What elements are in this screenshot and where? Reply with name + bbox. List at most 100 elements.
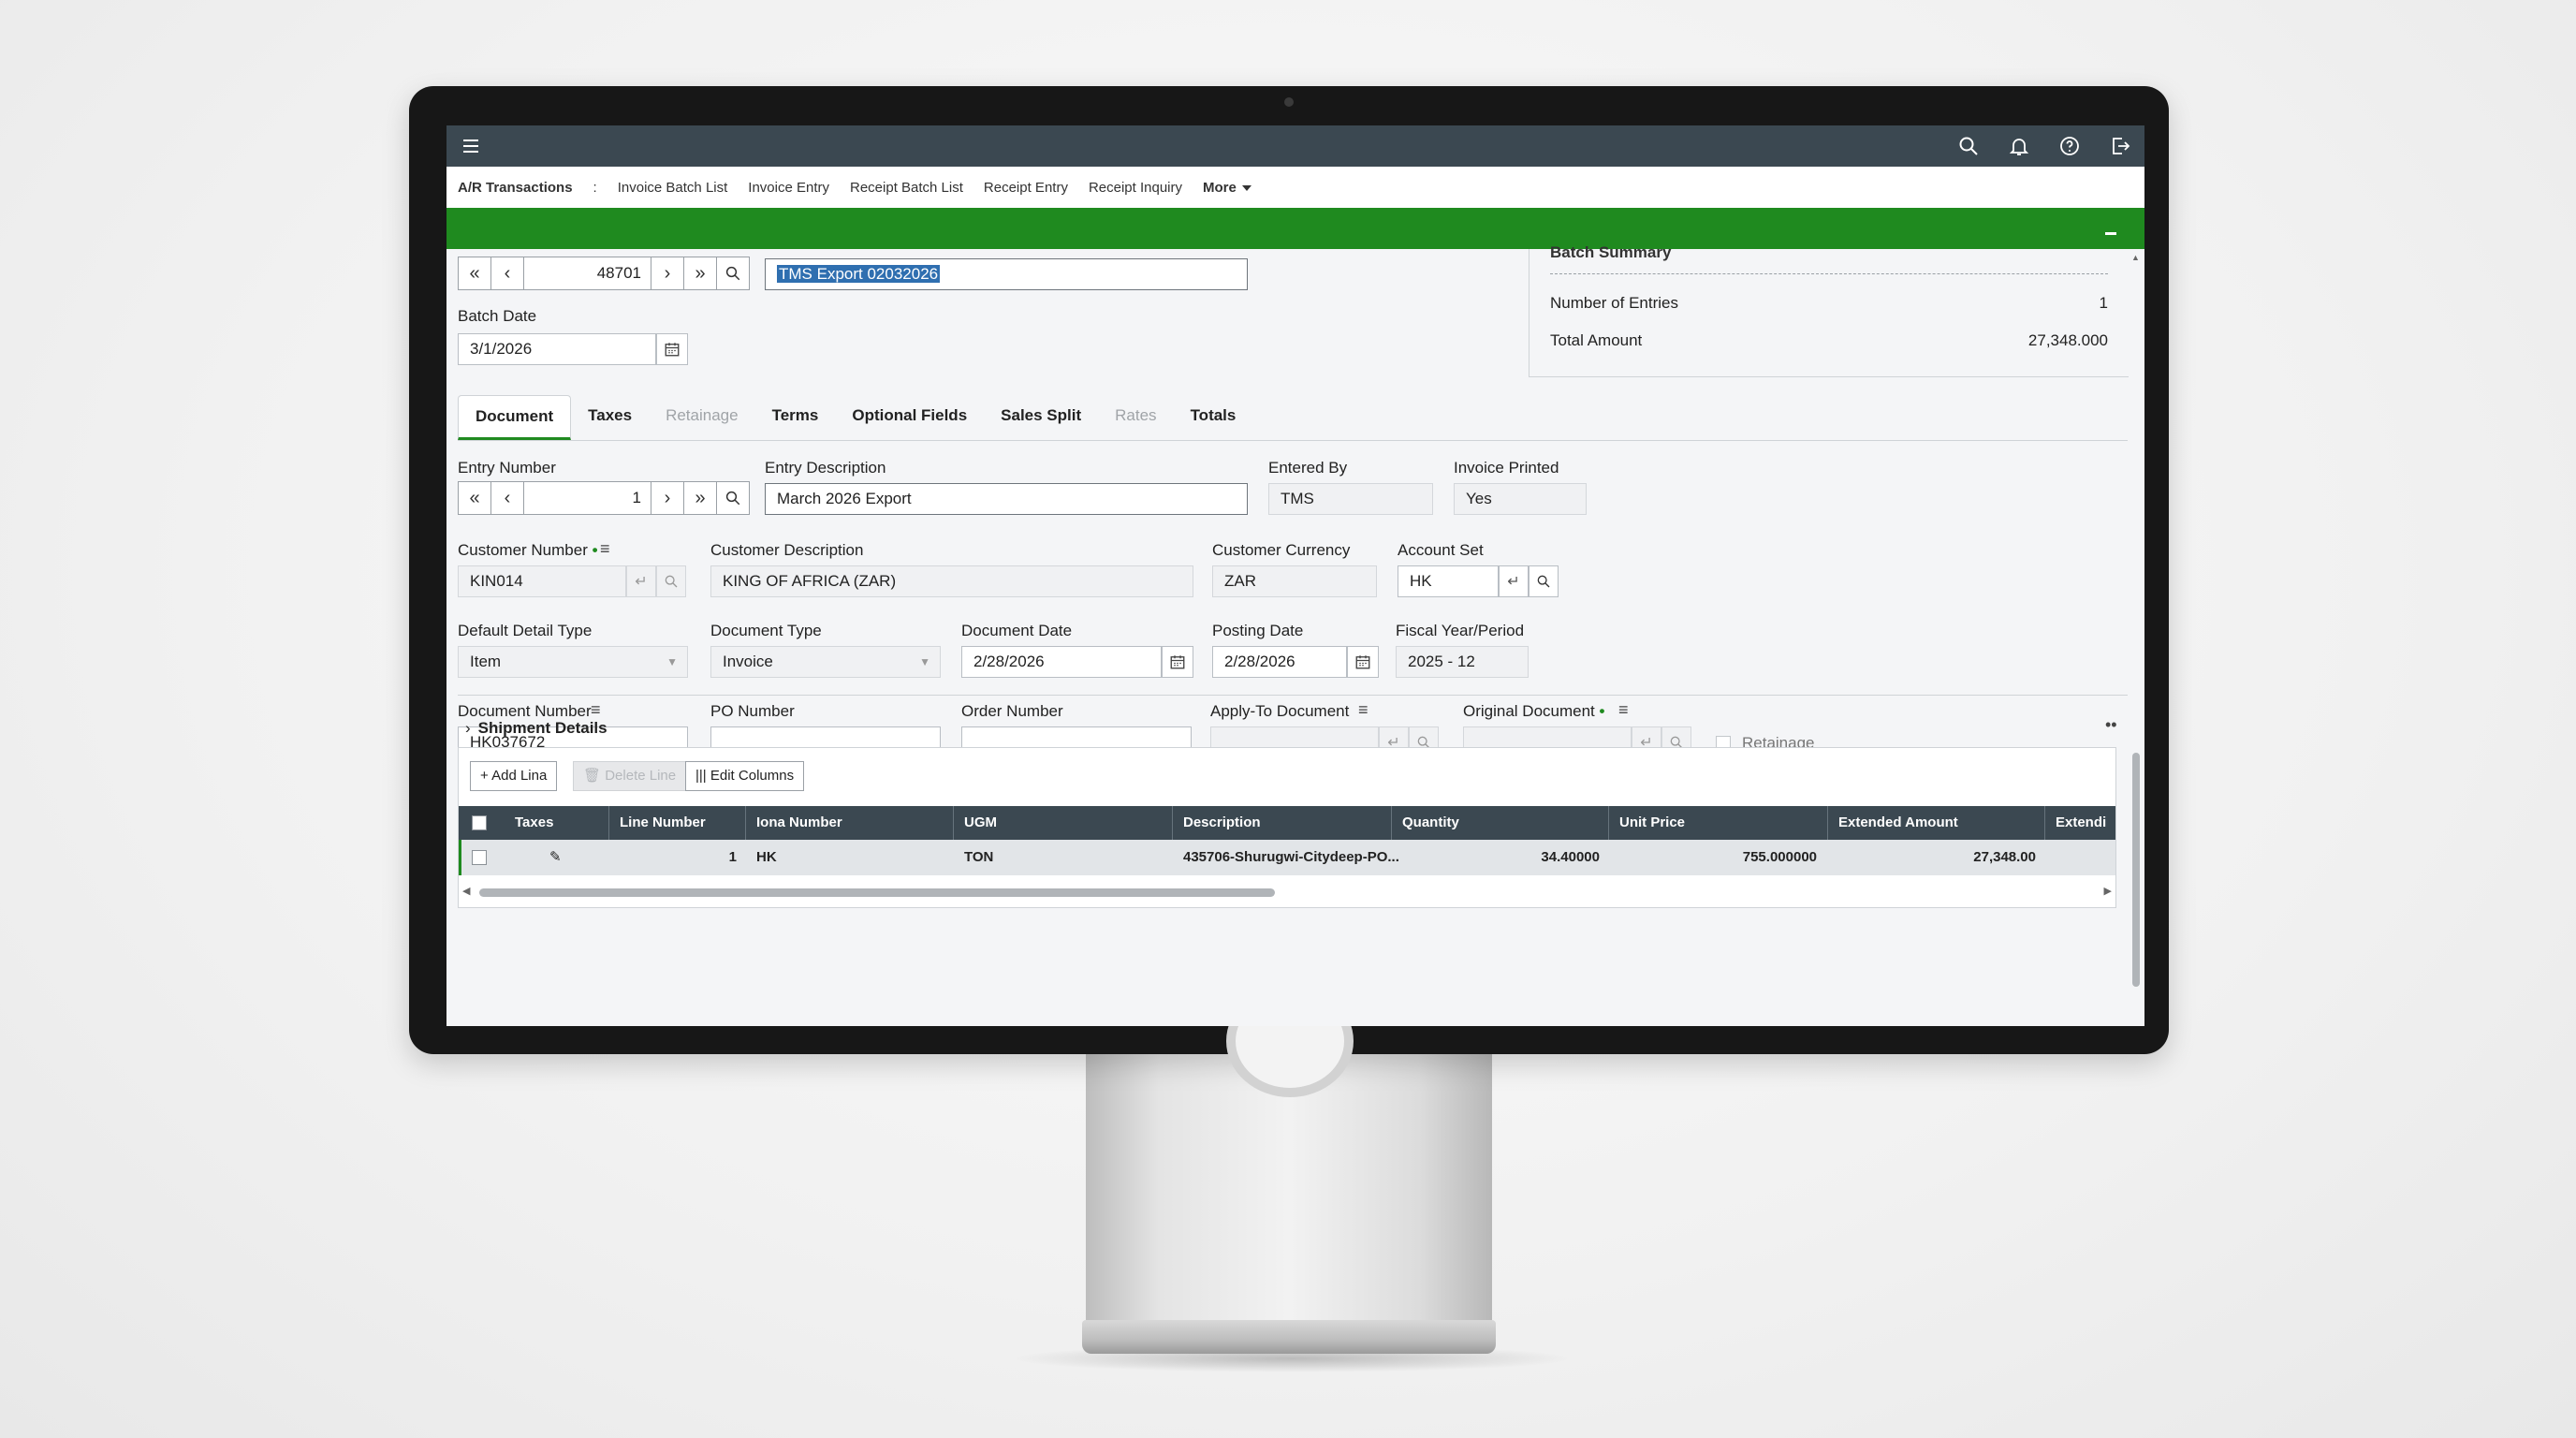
next-record-icon[interactable]: › [651,257,684,289]
monitor-bezel: A/R Transactions : Invoice Batch List In… [409,86,2169,1097]
batch-number-field[interactable]: 48701 [524,257,651,289]
column-header-taxes[interactable]: Taxes [515,806,553,840]
batch-summary-panel: Batch Summary Number of Entries 1 Total … [1529,243,2129,377]
enter-icon[interactable]: ↵ [626,565,656,597]
last-record-icon[interactable]: » [684,257,717,289]
nav-more-menu[interactable]: More [1203,180,1251,196]
document-date-field[interactable]: 2/28/2026 [961,646,1162,678]
enter-icon[interactable]: ↵ [1499,565,1529,597]
search-icon[interactable] [1529,565,1559,597]
default-detail-type-select[interactable]: Item ▼ [458,646,688,678]
entered-by-field: TMS [1268,483,1433,515]
plus-icon: + [480,768,489,784]
finder-menu-icon[interactable]: ≡ [591,700,601,720]
summary-divider [1550,273,2108,274]
nav-separator: : [593,179,597,196]
entry-description-field[interactable]: March 2026 Export [765,483,1248,515]
chevron-down-icon [1241,184,1251,191]
column-header-extended-amount[interactable]: Extended Amount [1838,806,1958,840]
nav-receipt-inquiry[interactable]: Receipt Inquiry [1089,180,1182,196]
calendar-icon[interactable] [1347,646,1379,678]
cell-line-number: 1 [728,849,737,865]
cell-description: 435706-Shurugwi-Citydeep-PO... [1183,849,1399,865]
po-number-label: PO Number [710,702,795,720]
batch-date-label: Batch Date [458,307,537,325]
tab-taxes[interactable]: Taxes [571,395,649,440]
menu-icon[interactable] [460,135,482,157]
select-all-checkbox[interactable] [472,815,487,830]
cell-quantity: 34.40000 [1541,849,1600,865]
row-checkbox[interactable] [472,850,487,865]
document-type-select[interactable]: Invoice ▼ [710,646,941,678]
more-options-icon[interactable]: •• [2105,715,2117,735]
column-header-quantity[interactable]: Quantity [1402,806,1459,840]
invoice-entry-form: « ‹ 48701 › » TMS Export 02032026 Batch … [446,243,2144,1026]
tab-document[interactable]: Document [458,395,572,440]
nav-more-label: More [1203,179,1237,196]
column-header-extended-truncated[interactable]: Extendi [2056,806,2112,840]
table-row[interactable]: ✎ 1 HK TON 435706-Shurugwi-Citydeep-PO..… [459,840,2115,875]
column-header-unit-price[interactable]: Unit Price [1619,806,1685,840]
pencil-icon[interactable]: ✎ [549,840,562,875]
trash-icon: 🗑 [583,768,602,784]
first-record-icon[interactable]: « [459,257,491,289]
account-set-field[interactable]: HK [1398,565,1499,597]
invoice-printed-label: Invoice Printed [1454,459,1559,477]
logout-icon[interactable] [2109,135,2131,157]
search-icon[interactable] [1957,135,1980,157]
finder-menu-icon[interactable]: ≡ [1358,700,1368,720]
tab-terms[interactable]: Terms [755,395,836,440]
nav-invoice-batch-list[interactable]: Invoice Batch List [618,180,728,196]
batch-description-field[interactable]: TMS Export 02032026 [765,258,1248,290]
camera [1284,97,1294,107]
customer-currency-label: Customer Currency [1212,541,1351,559]
column-header-uom[interactable]: UGM [964,806,997,840]
cell-unit-price: 755.000000 [1742,849,1817,865]
previous-record-icon[interactable]: ‹ [491,257,524,289]
nav-receipt-entry[interactable]: Receipt Entry [984,180,1068,196]
last-record-icon[interactable]: » [684,482,717,514]
add-line-label: Add Lina [491,768,548,784]
first-record-icon[interactable]: « [459,482,491,514]
cell-uom: TON [964,849,994,865]
search-icon[interactable] [717,257,749,289]
tab-totals[interactable]: Totals [1174,395,1253,440]
vertical-scroll-thumb[interactable] [2132,753,2140,987]
horizontal-scrollbar[interactable]: ◀ ▶ [459,883,2115,902]
batch-date-field[interactable]: 3/1/2026 [458,333,656,365]
column-header-description[interactable]: Description [1183,806,1261,840]
previous-record-icon[interactable]: ‹ [491,482,524,514]
chevron-down-icon: ▼ [666,655,678,668]
finder-menu-icon[interactable]: ≡ [1618,700,1629,720]
tab-optional-fields[interactable]: Optional Fields [835,395,984,440]
horizontal-scroll-thumb[interactable] [479,888,1275,897]
required-indicator: • [1599,702,1605,720]
column-header-line-number[interactable]: Line Number [620,806,706,840]
nav-invoice-entry[interactable]: Invoice Entry [748,180,829,196]
calendar-icon[interactable] [656,333,688,365]
tab-sales-split[interactable]: Sales Split [984,395,1098,440]
finder-menu-icon[interactable]: ≡ [600,539,610,559]
add-line-button[interactable]: + Add Lina [470,761,558,791]
search-icon[interactable] [656,565,686,597]
calendar-icon[interactable] [1162,646,1193,678]
customer-number-label-text: Customer Number [458,541,588,559]
document-date-label: Document Date [961,622,1073,639]
shipment-details-toggle[interactable]: › Shipment Details [465,719,607,738]
column-header-item-number[interactable]: Iona Number [756,806,842,840]
edit-columns-button[interactable]: ||| Edit Columns [685,761,805,791]
entry-number-field[interactable]: 1 [524,482,651,514]
posting-date-field[interactable]: 2/28/2026 [1212,646,1347,678]
scroll-left-icon[interactable]: ◀ [462,885,470,897]
scroll-right-icon[interactable]: ▶ [2104,885,2112,897]
bell-icon[interactable] [2008,135,2030,157]
scroll-up-icon[interactable]: ▲ [2131,253,2140,262]
customer-number-field[interactable]: KIN014 [458,565,626,597]
tab-rates: Rates [1115,406,1157,424]
minimize-icon[interactable] [2105,232,2116,235]
vertical-scrollbar[interactable]: ▲ [2131,253,2141,1015]
search-icon[interactable] [717,482,749,514]
next-record-icon[interactable]: › [651,482,684,514]
help-icon[interactable] [2058,135,2081,157]
nav-receipt-batch-list[interactable]: Receipt Batch List [850,180,963,196]
